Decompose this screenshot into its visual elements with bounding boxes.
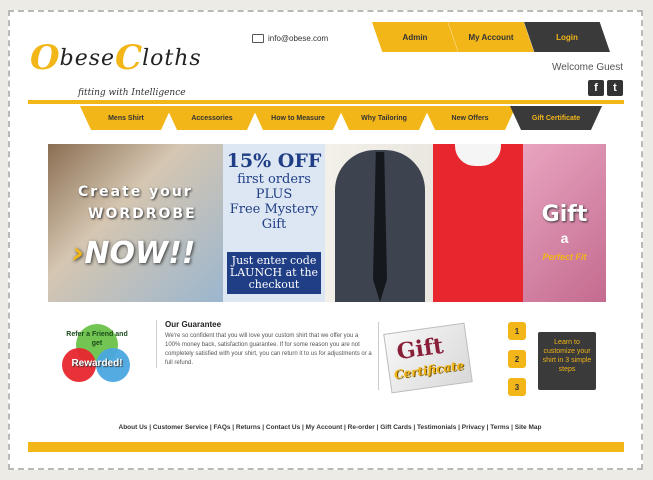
logo[interactable]: ObeseCloths — [30, 38, 202, 78]
nav-how-to-measure[interactable]: How to Measure — [252, 106, 344, 130]
nav-accessories[interactable]: Accessories — [166, 106, 258, 130]
promo-reward: Rewarded! — [71, 358, 123, 369]
step-2[interactable]: 2 — [508, 350, 526, 368]
gift-word: Gift — [541, 202, 588, 227]
facebook-icon[interactable]: f — [588, 80, 604, 96]
tagline: fitting with Intelligence — [78, 88, 186, 98]
banner-suit-panel — [325, 144, 433, 302]
nav-new-offers[interactable]: New Offers — [424, 106, 516, 130]
guarantee-text: We're so confident that you will love yo… — [165, 333, 372, 366]
logo-word-2: loths — [142, 46, 202, 71]
gift-a: a — [560, 230, 569, 246]
logo-initial-2: C — [115, 38, 143, 78]
footer-bar — [28, 442, 624, 452]
banner-create-line1: Create your — [78, 184, 193, 200]
guarantee-section: Our Guarantee We're so confident that yo… — [156, 320, 373, 368]
offer-percent: 15% OFF — [226, 150, 322, 172]
offer-line4: Free Mystery — [229, 202, 319, 217]
hero-banner[interactable]: Create your WORDROBE ›NOW!! 15% OFF firs… — [48, 144, 606, 302]
banner-create-line3: ›NOW!! — [72, 236, 196, 271]
banner-gift-panel: Gift a Perfect Fit — [523, 144, 606, 302]
logo-word-1: bese — [59, 46, 116, 71]
banner-now-text: NOW!! — [84, 236, 196, 271]
learn-steps-box[interactable]: Learn to customize your shirt in 3 simpl… — [538, 332, 596, 390]
banner-create-line2: WORDROBE — [88, 206, 197, 222]
gift-perfect-fit: Perfect Fit — [542, 252, 587, 262]
tab-admin[interactable]: Admin — [372, 22, 458, 52]
welcome-text: Welcome Guest — [552, 62, 623, 73]
nav-gift-certificate[interactable]: Gift Certificate — [510, 106, 602, 130]
gift-certificate-card: Gift Certificate — [383, 322, 473, 394]
guarantee-title: Our Guarantee — [165, 320, 222, 329]
nav-why-tailoring[interactable]: Why Tailoring — [338, 106, 430, 130]
footer-links[interactable]: About Us | Customer Service | FAQs | Ret… — [80, 424, 580, 431]
step-1[interactable]: 1 — [508, 322, 526, 340]
banner-offer-panel: 15% OFF first orders PLUS Free Mystery G… — [223, 144, 325, 302]
main-nav: Mens Shirt Accessories How to Measure Wh… — [80, 106, 602, 130]
gift-certificate-word1: Gift — [395, 332, 446, 366]
refer-friend-promo[interactable]: Refer a Friend and get Rewarded! — [62, 320, 132, 382]
collar-image — [455, 144, 501, 166]
email-text: info@obese.com — [268, 34, 329, 43]
header-rule — [28, 100, 624, 104]
banner-wardrobe-panel: Create your WORDROBE ›NOW!! — [48, 144, 223, 302]
offer-code-box: Just enter code LAUNCH at the checkout — [227, 252, 321, 294]
gift-certificate-promo[interactable]: Gift Certificate — [378, 322, 481, 394]
mail-icon — [252, 34, 264, 43]
nav-mens-shirt[interactable]: Mens Shirt — [80, 106, 172, 130]
banner-red-shirt-panel — [433, 144, 523, 302]
tab-login[interactable]: Login — [524, 22, 610, 52]
offer-line5: Gift — [261, 217, 287, 232]
twitter-icon[interactable]: t — [607, 80, 623, 96]
social-links: f t — [588, 80, 623, 96]
top-tabs: Admin My Account Login — [372, 22, 610, 52]
contact-email[interactable]: info@obese.com — [252, 34, 328, 43]
offer-line2: first orders — [237, 172, 311, 187]
logo-initial-1: O — [30, 38, 60, 78]
tab-my-account[interactable]: My Account — [448, 22, 534, 52]
promo-line: Refer a Friend and get — [66, 331, 128, 347]
offer-line3: PLUS — [255, 187, 293, 202]
steps-list: 1 2 3 — [508, 322, 530, 406]
step-3[interactable]: 3 — [508, 378, 526, 396]
